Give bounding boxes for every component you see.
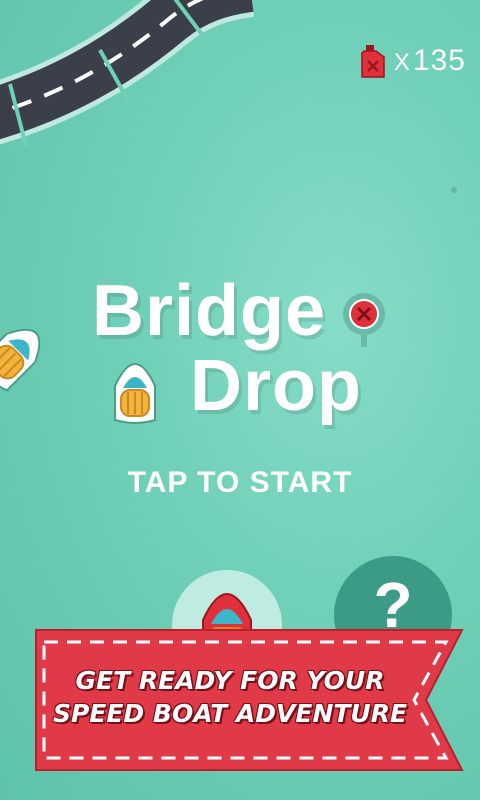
promo-banner-line2: SPEED BOAT ADVENTURE (52, 699, 408, 728)
game-screen[interactable]: X135 Bridge Drop TAP TO START ? GET READ… (0, 0, 480, 800)
promo-banner-line1: GET READY FOR YOUR (75, 666, 385, 695)
promo-banner-text: GET READY FOR YOUR SPEED BOAT ADVENTURE (40, 664, 420, 730)
